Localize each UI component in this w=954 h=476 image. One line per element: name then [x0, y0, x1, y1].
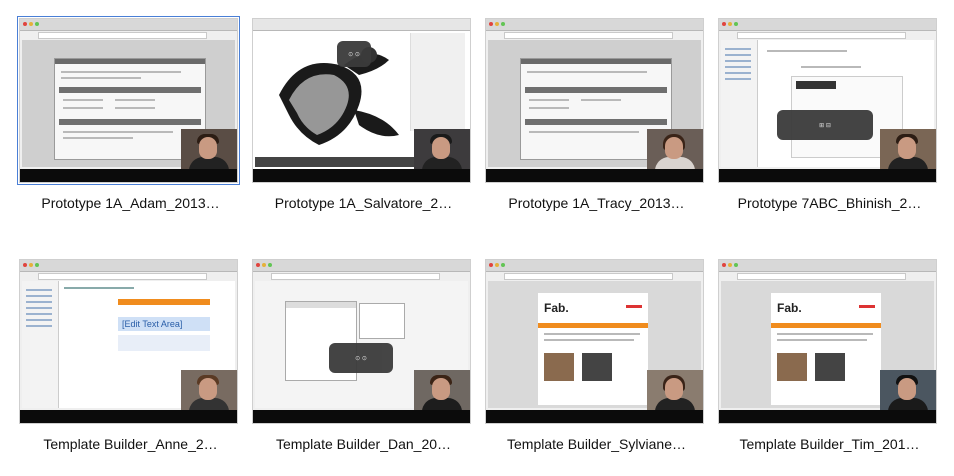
webcam-overlay — [647, 129, 703, 169]
webcam-overlay — [414, 129, 470, 169]
video-title: Prototype 7ABC_Bhinish_2… — [737, 195, 922, 211]
video-thumbnail: ⊙ ⊙ — [253, 19, 470, 182]
webcam-overlay — [181, 129, 237, 169]
video-title: Prototype 1A_Tracy_2013… — [508, 195, 685, 211]
webcam-overlay — [414, 370, 470, 410]
video-title: Template Builder_Sylviane… — [507, 436, 686, 452]
video-title: Template Builder_Dan_20… — [275, 436, 452, 452]
video-title: Prototype 1A_Adam_2013… — [41, 195, 220, 211]
video-thumbnail: ⊞ ⊟ — [719, 19, 936, 182]
video-thumbnail: ⊙ ⊙ — [253, 260, 470, 423]
video-thumbnail: Fab. — [719, 260, 936, 423]
webcam-overlay — [181, 370, 237, 410]
video-tile-template-builder-anne[interactable]: [Edit Text Area] Template Builder_Anne_2… — [14, 257, 247, 467]
video-thumbnail — [17, 16, 240, 185]
artwork-image — [279, 47, 399, 145]
video-title: Prototype 1A_Salvatore_2… — [274, 195, 453, 211]
video-tile-prototype-1a-tracy[interactable]: Prototype 1A_Tracy_2013… — [480, 16, 713, 226]
webcam-overlay — [880, 129, 936, 169]
webcam-overlay — [647, 370, 703, 410]
video-thumbnail: [Edit Text Area] — [20, 260, 237, 423]
video-thumbnail — [486, 19, 703, 182]
video-title: Template Builder_Anne_2… — [43, 436, 218, 452]
video-tile-prototype-7abc-bhinish[interactable]: ⊞ ⊟ Prototype 7ABC_Bhinish_2… — [713, 16, 946, 226]
video-tile-prototype-1a-adam[interactable]: Prototype 1A_Adam_2013… — [14, 16, 247, 226]
video-tile-template-builder-sylviane[interactable]: Fab. Template Builder_Sylviane… — [480, 257, 713, 467]
webcam-overlay — [880, 370, 936, 410]
video-tile-template-builder-tim[interactable]: Fab. Template Builder_Tim_201… — [713, 257, 946, 467]
video-thumbnail: Fab. — [486, 260, 703, 423]
video-tile-prototype-1a-salvatore[interactable]: ⊙ ⊙ Prototype 1A_Salvatore_2… — [247, 16, 480, 226]
video-thumbnail-grid: Prototype 1A_Adam_2013… ⊙ ⊙ Prototype 1A… — [0, 0, 954, 476]
video-title: Template Builder_Tim_201… — [739, 436, 920, 452]
video-tile-template-builder-dan[interactable]: ⊙ ⊙ Template Builder_Dan_20… — [247, 257, 480, 467]
